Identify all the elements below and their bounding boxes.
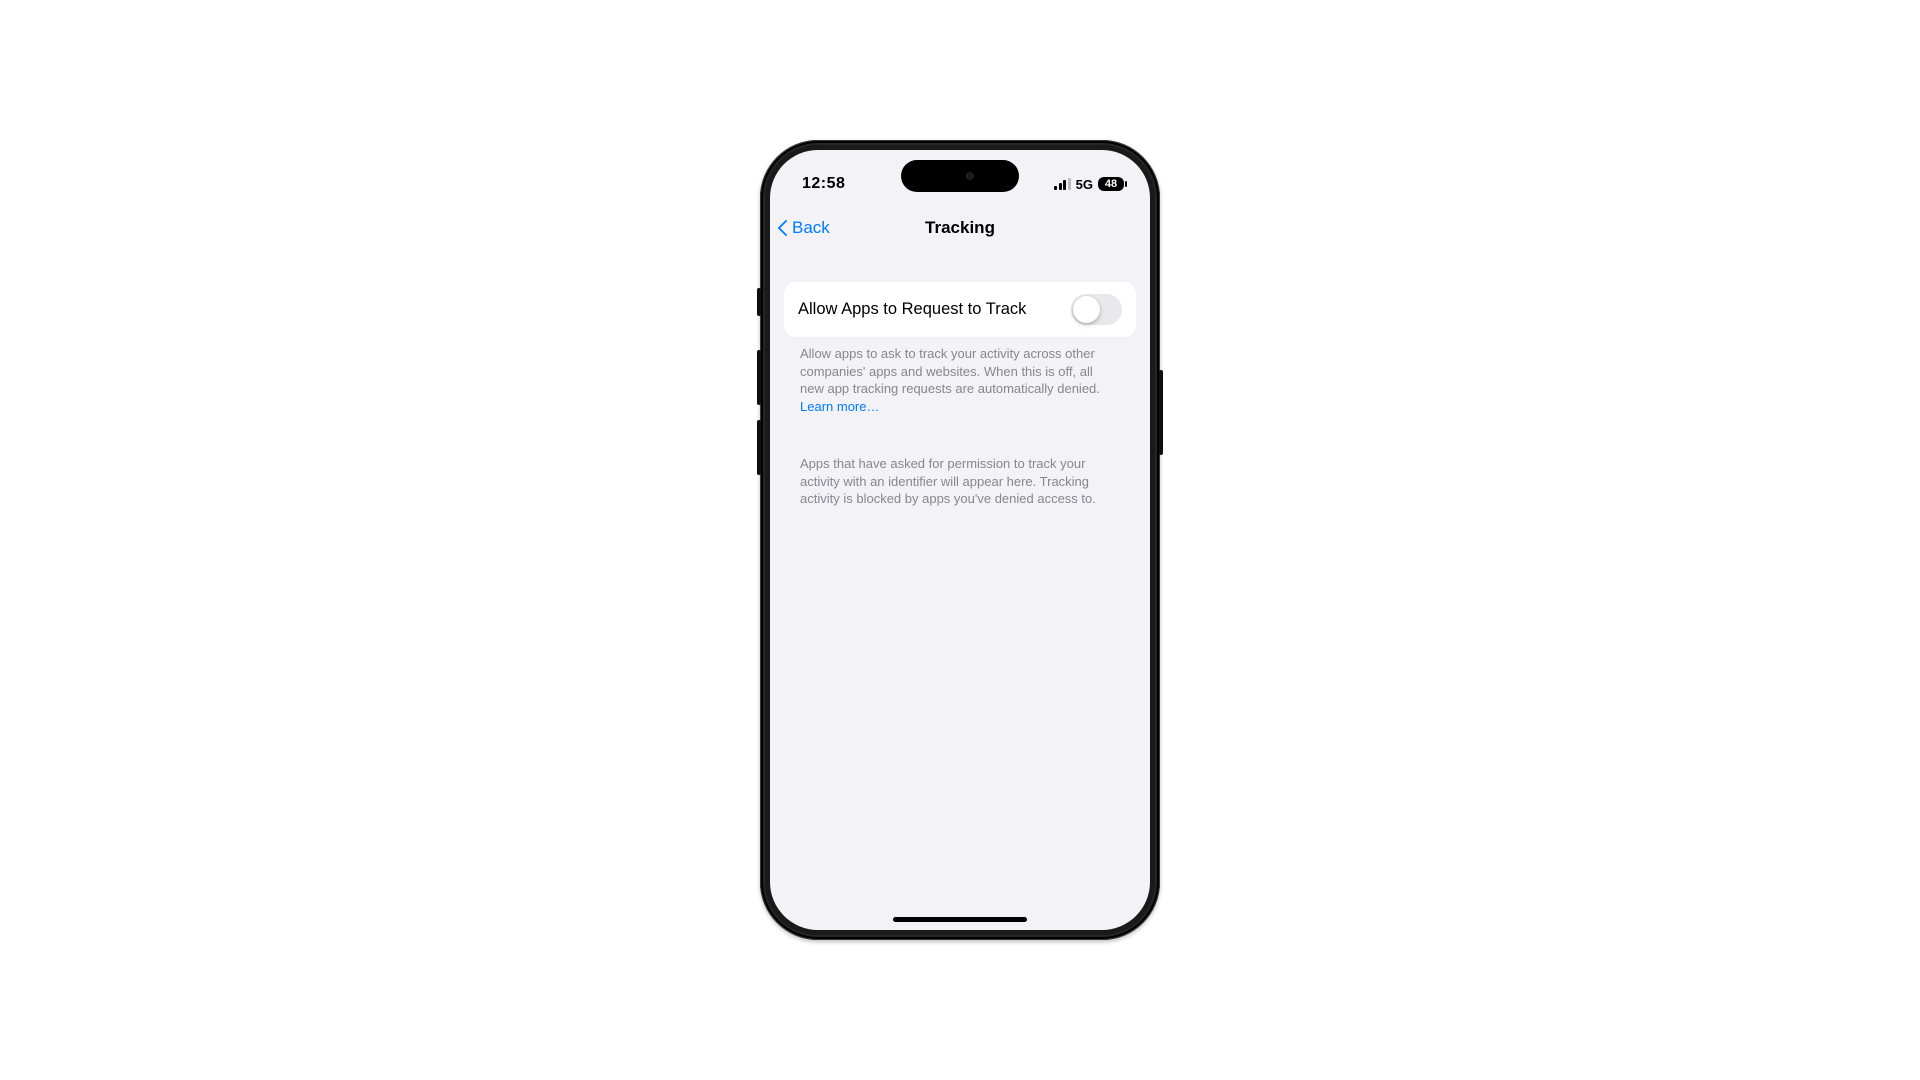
home-indicator[interactable] [893,917,1027,922]
cellular-signal-icon [1054,178,1071,190]
learn-more-link[interactable]: Learn more… [800,399,879,414]
front-camera-icon [966,172,974,180]
back-label: Back [792,218,830,238]
screen: 12:58 5G 48 Back Tracking Allow Apps to … [770,150,1150,930]
allow-tracking-footnote-text: Allow apps to ask to track your activity… [800,346,1100,396]
status-right-cluster: 5G 48 [1054,177,1124,192]
chevron-left-icon [776,217,790,239]
cellular-network-label: 5G [1076,177,1093,192]
page-title: Tracking [925,218,995,238]
side-button-volume-down [757,420,761,475]
allow-tracking-footnote: Allow apps to ask to track your activity… [784,337,1136,415]
allow-tracking-row: Allow Apps to Request to Track [784,282,1136,337]
back-button[interactable]: Back [776,217,830,239]
side-button-silence [757,288,761,316]
navbar: Back Tracking [770,206,1150,250]
content-area: Allow Apps to Request to Track Allow app… [770,266,1150,930]
status-time: 12:58 [802,175,845,193]
iphone-device-frame: 12:58 5G 48 Back Tracking Allow Apps to … [760,140,1160,940]
tracked-apps-footnote: Apps that have asked for permission to t… [784,447,1136,508]
toggle-knob [1073,296,1100,323]
battery-level-badge: 48 [1098,177,1124,191]
side-button-power [1159,370,1163,455]
allow-tracking-toggle[interactable] [1071,294,1122,325]
dynamic-island [901,160,1019,192]
side-button-volume-up [757,350,761,405]
allow-tracking-label: Allow Apps to Request to Track [798,300,1026,319]
